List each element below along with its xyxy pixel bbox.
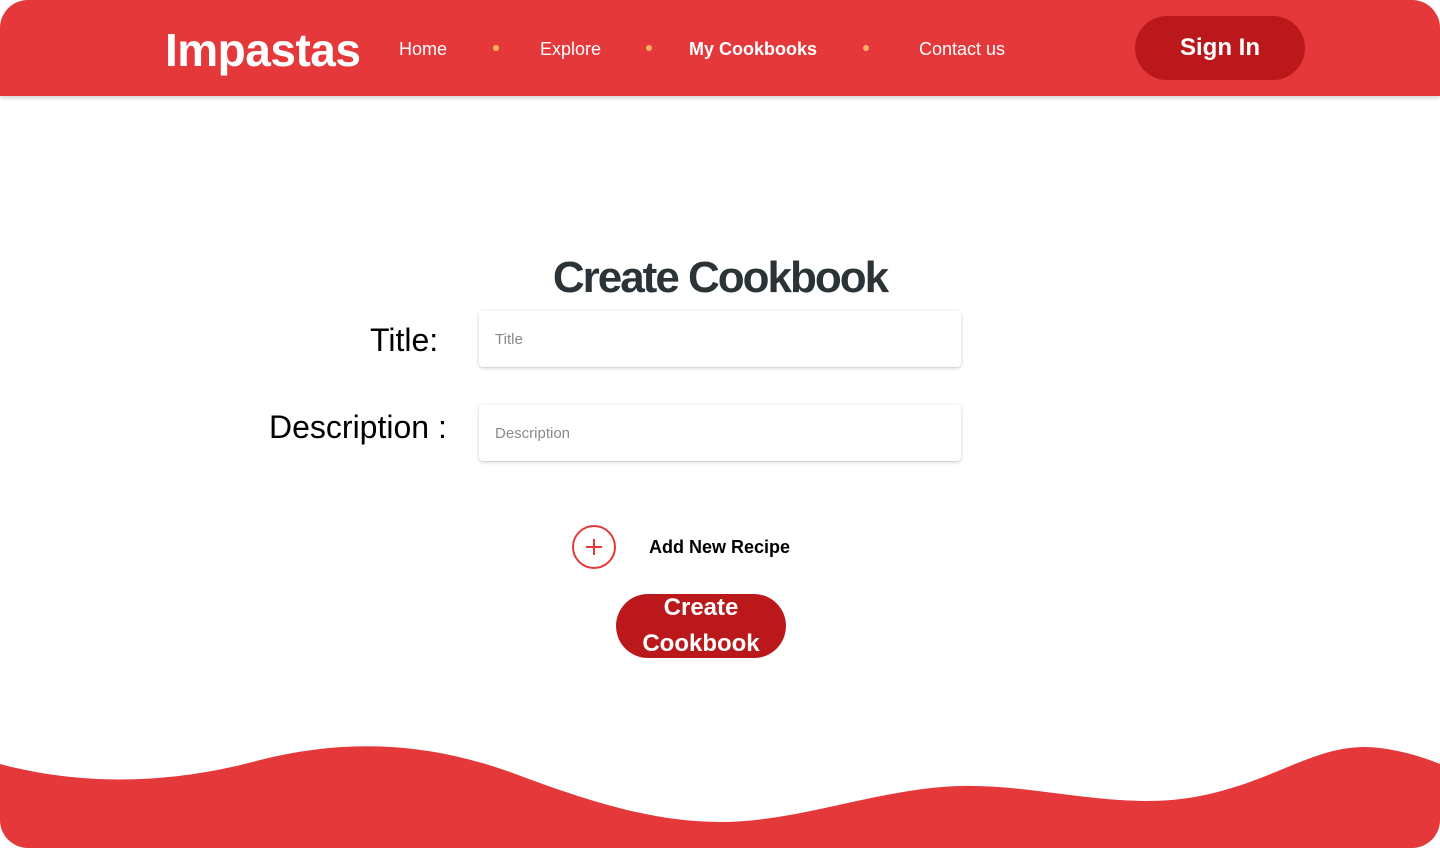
sign-in-button[interactable]: Sign In xyxy=(1135,16,1305,80)
top-nav-bar: Impastas Home Explore My Cookbooks Conta… xyxy=(0,0,1440,96)
title-label: Title: xyxy=(370,322,439,358)
nav-separator-dot xyxy=(493,45,499,51)
nav-my-cookbooks[interactable]: My Cookbooks xyxy=(689,37,817,61)
add-new-recipe-button[interactable]: Add New Recipe xyxy=(572,525,790,569)
nav-explore[interactable]: Explore xyxy=(540,37,601,61)
plus-circle-icon[interactable] xyxy=(572,525,616,569)
nav-home[interactable]: Home xyxy=(399,37,447,61)
page-frame: Impastas Home Explore My Cookbooks Conta… xyxy=(0,0,1440,848)
add-new-recipe-label: Add New Recipe xyxy=(649,537,791,557)
title-input[interactable] xyxy=(479,311,961,367)
nav-separator-dot xyxy=(863,45,869,51)
create-cookbook-button[interactable]: Create Cookbook xyxy=(616,594,786,658)
create-cookbook-button-label: Create Cookbook xyxy=(642,594,760,657)
nav-separator-dot xyxy=(646,45,652,51)
description-input[interactable] xyxy=(479,405,961,461)
site-logo[interactable]: Impastas xyxy=(165,20,361,80)
footer-wave xyxy=(0,746,1440,848)
nav-contact-us[interactable]: Contact us xyxy=(919,37,1005,61)
plus-icon xyxy=(586,539,602,555)
page-title: Create Cookbook xyxy=(552,253,889,302)
description-label: Description : xyxy=(269,409,447,445)
